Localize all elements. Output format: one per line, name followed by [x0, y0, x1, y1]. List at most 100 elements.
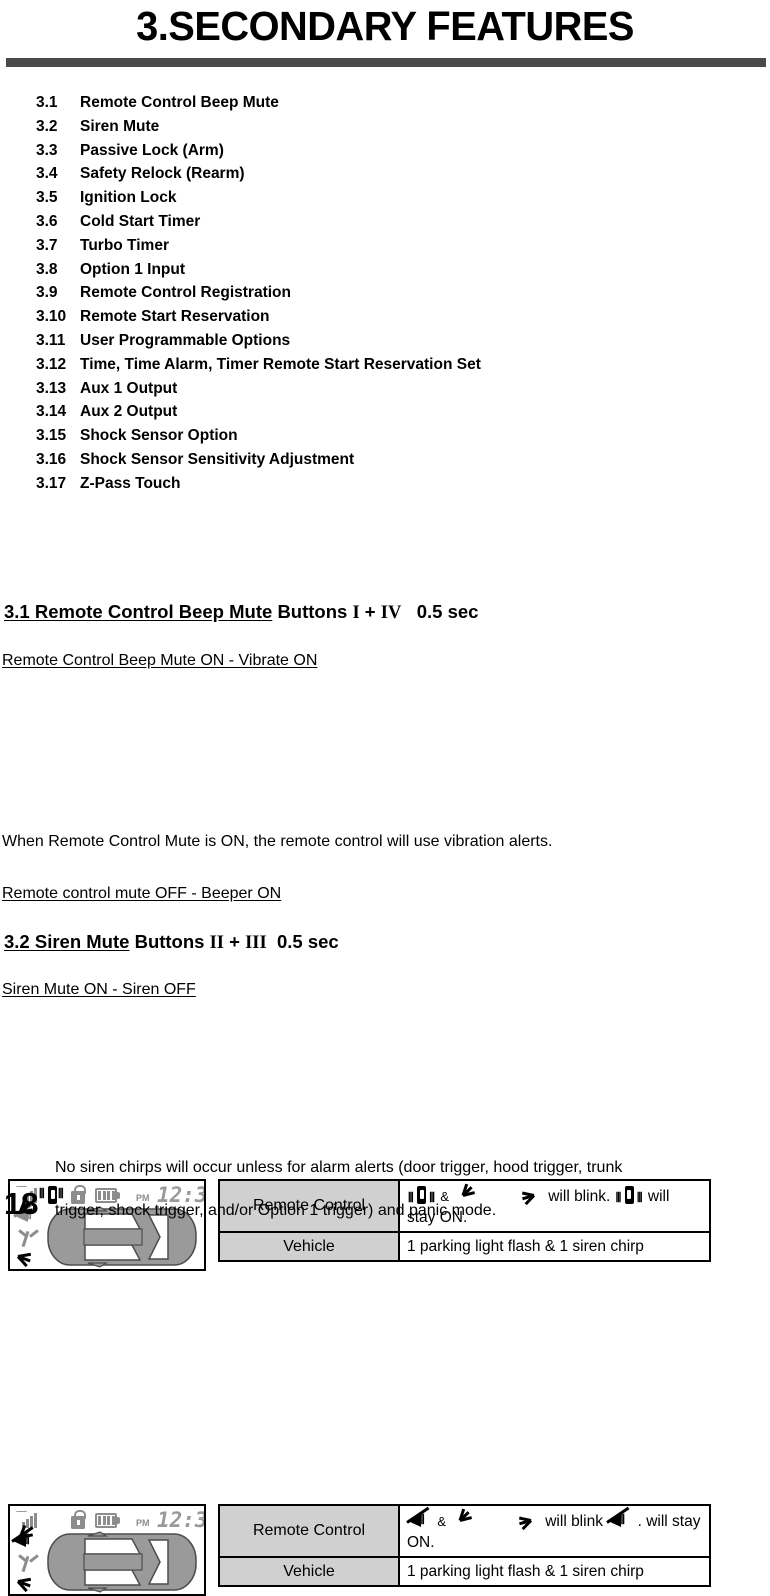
remote-control-table-2: Remote Control ⦀ & will blink ⦀ . will s… [218, 1503, 711, 1587]
toc-number: 3.14 [36, 403, 67, 421]
section-3-2-subheading-wrap: Siren Mute ON - Siren OFF [2, 979, 196, 1001]
toc-number: 3.5 [36, 189, 58, 207]
section-3-1-subheading-2: Remote control mute OFF - Beeper ON [2, 885, 282, 902]
section-3-1-heading: 3.1 Remote Control Beep Mute Buttons I +… [4, 600, 478, 625]
siren-mute-icon: ⦀ [606, 1506, 632, 1530]
button-numeral-2: III [245, 933, 267, 953]
button-numeral-1: I [352, 603, 360, 623]
section-3-2-heading: 3.2 Siren Mute Buttons II + III 0.5 sec [4, 930, 339, 955]
remote-lcd-display-2: PM 12:30 ⦀ [8, 1503, 206, 1596]
toc-number: 3.11 [36, 331, 66, 349]
page-number: 18 [4, 1186, 39, 1221]
row-value-vehicle: 1 parking light flash & 1 siren chirp [398, 1555, 711, 1587]
hold-duration: 0.5 sec [416, 601, 479, 622]
toc-label: Safety Relock (Rearm) [80, 165, 245, 183]
toc-number: 3.6 [36, 212, 58, 230]
parking-light-flash-icon [16, 1245, 44, 1267]
section-3-2-subheading: Siren Mute ON - Siren OFF [2, 981, 196, 998]
lcd-clock-time: 12:30 [157, 1507, 204, 1532]
row-label-remote-control: Remote Control [218, 1503, 400, 1558]
section-3-1-subheading: Remote Control Beep Mute ON - Vibrate ON [2, 652, 318, 669]
light-flash-icon-right [507, 1509, 541, 1531]
table-of-contents: 3.1 Remote Control Beep Mute 3.2 Siren Mut… [0, 91, 770, 496]
list-item: 3.17 Z-Pass Touch [36, 472, 770, 496]
toc-number: 3.3 [36, 141, 58, 159]
list-item: 3.14 Aux 2 Output [36, 400, 770, 424]
toc-label: Ignition Lock [80, 189, 177, 207]
title-divider-rule [6, 58, 766, 67]
toc-number: 3.4 [36, 165, 58, 183]
list-item: 3.8 Option 1 Input [36, 258, 770, 282]
toc-number: 3.2 [36, 117, 58, 135]
list-item: 3.13 Aux 1 Output [36, 377, 770, 401]
toc-label: Passive Lock (Arm) [80, 141, 224, 159]
toc-label: Siren Mute [80, 117, 160, 135]
list-item: 3.1 Remote Control Beep Mute [36, 91, 770, 115]
toc-number: 3.8 [36, 260, 58, 278]
section-3-2: 3.2 Siren Mute Buttons II + III 0.5 sec [2, 930, 339, 955]
toc-label: Option 1 Input [80, 260, 186, 278]
toc-number: 3.13 [36, 379, 67, 397]
table-row: Vehicle 1 parking light flash & 1 siren … [218, 1230, 711, 1262]
toc-label: Shock Sensor Option [80, 427, 238, 445]
toc-number: 3.17 [36, 474, 67, 492]
list-item: 3.3 Passive Lock (Arm) [36, 139, 770, 163]
list-item: 3.4 Safety Relock (Rearm) [36, 162, 770, 186]
toc-number: 3.12 [36, 355, 67, 373]
section-3-2-title: 3.2 Siren Mute [4, 931, 130, 952]
plus-sign: + [229, 931, 240, 952]
list-item: 3.12 Time, Time Alarm, Timer Remote Start… [36, 353, 770, 377]
pm-label: PM [136, 1517, 150, 1528]
row-value-vehicle: 1 parking light flash & 1 siren chirp [398, 1230, 711, 1262]
list-item: 3.15 Shock Sensor Option [36, 424, 770, 448]
list-item: 3.7 Turbo Timer [36, 234, 770, 258]
list-item: 3.9 Remote Control Registration [36, 281, 770, 305]
section-3-1-subheading-2-wrap: Remote control mute OFF - Beeper ON [2, 883, 281, 905]
toc-number: 3.16 [36, 450, 67, 468]
light-flash-icon-left [450, 1508, 484, 1531]
hold-duration: 0.5 sec [276, 931, 339, 952]
list-item: 3.6 Cold Start Timer [36, 210, 770, 234]
section-3-2-buttons-label: Buttons [134, 931, 205, 952]
toc-label: Shock Sensor Sensitivity Adjustment [80, 450, 355, 468]
car-svg [47, 1530, 197, 1593]
section-3-1-note: When Remote Control Mute is ON, the remo… [2, 833, 553, 850]
section-3-1-buttons-label: Buttons [277, 601, 348, 622]
toc-number: 3.10 [36, 308, 67, 326]
car-top-view-graphic-2 [16, 1524, 203, 1594]
button-numeral-1: II [209, 933, 224, 953]
section-3-1: 3.1 Remote Control Beep Mute Buttons I +… [2, 600, 478, 625]
list-item: 3.11 User Programmable Options [36, 329, 770, 353]
section-3-1-title: 3.1 Remote Control Beep Mute [4, 601, 273, 622]
toc-number: 3.1 [36, 94, 58, 111]
toc-label: Cold Start Timer [80, 212, 201, 230]
siren-mute-icon: ⦀ [406, 1506, 432, 1530]
blink-text: will blink [545, 1512, 603, 1530]
toc-number: 3.7 [36, 236, 58, 254]
button-numeral-2: IV [380, 603, 402, 623]
toc-label: Remote Control Beep Mute [80, 94, 279, 111]
list-item: 3.2 Siren Mute [36, 115, 770, 139]
toc-number: 3.9 [36, 284, 58, 302]
toc-label: Turbo Timer [80, 236, 169, 254]
table-row: Remote Control ⦀ & will blink ⦀ . will s… [218, 1503, 711, 1558]
list-item: 3.10 Remote Start Reservation [36, 305, 770, 329]
row-label-vehicle: Vehicle [218, 1230, 400, 1262]
list-item: 3.5 Ignition Lock [36, 186, 770, 210]
toc-label: Aux 1 Output [80, 379, 178, 397]
ampersand-1: & [437, 1513, 446, 1529]
toc-label: Time, Time Alarm, Timer Remote Start Res… [80, 355, 481, 373]
lock-icon [71, 1509, 86, 1529]
toc-number: 3.15 [36, 427, 67, 445]
table-row: Vehicle 1 parking light flash & 1 siren … [218, 1555, 711, 1587]
parking-light-flash-icon [18, 1524, 46, 1548]
battery-icon [95, 1512, 120, 1528]
footer-note-line-1: No siren chirps will occur unless for al… [55, 1159, 623, 1176]
toc-label: Remote Start Reservation [80, 308, 270, 326]
toc-label: Aux 2 Output [80, 403, 178, 421]
toc-label: Z-Pass Touch [80, 474, 181, 492]
page-title: 3.SECONDARY FEATURES [136, 3, 634, 49]
list-item: 3.16 Shock Sensor Sensitivity Adjustment [36, 448, 770, 472]
row-value-remote-control: ⦀ & will blink ⦀ . will stay ON. [398, 1503, 711, 1558]
section-3-1-subheading-wrap: Remote Control Beep Mute ON - Vibrate ON [2, 650, 317, 672]
